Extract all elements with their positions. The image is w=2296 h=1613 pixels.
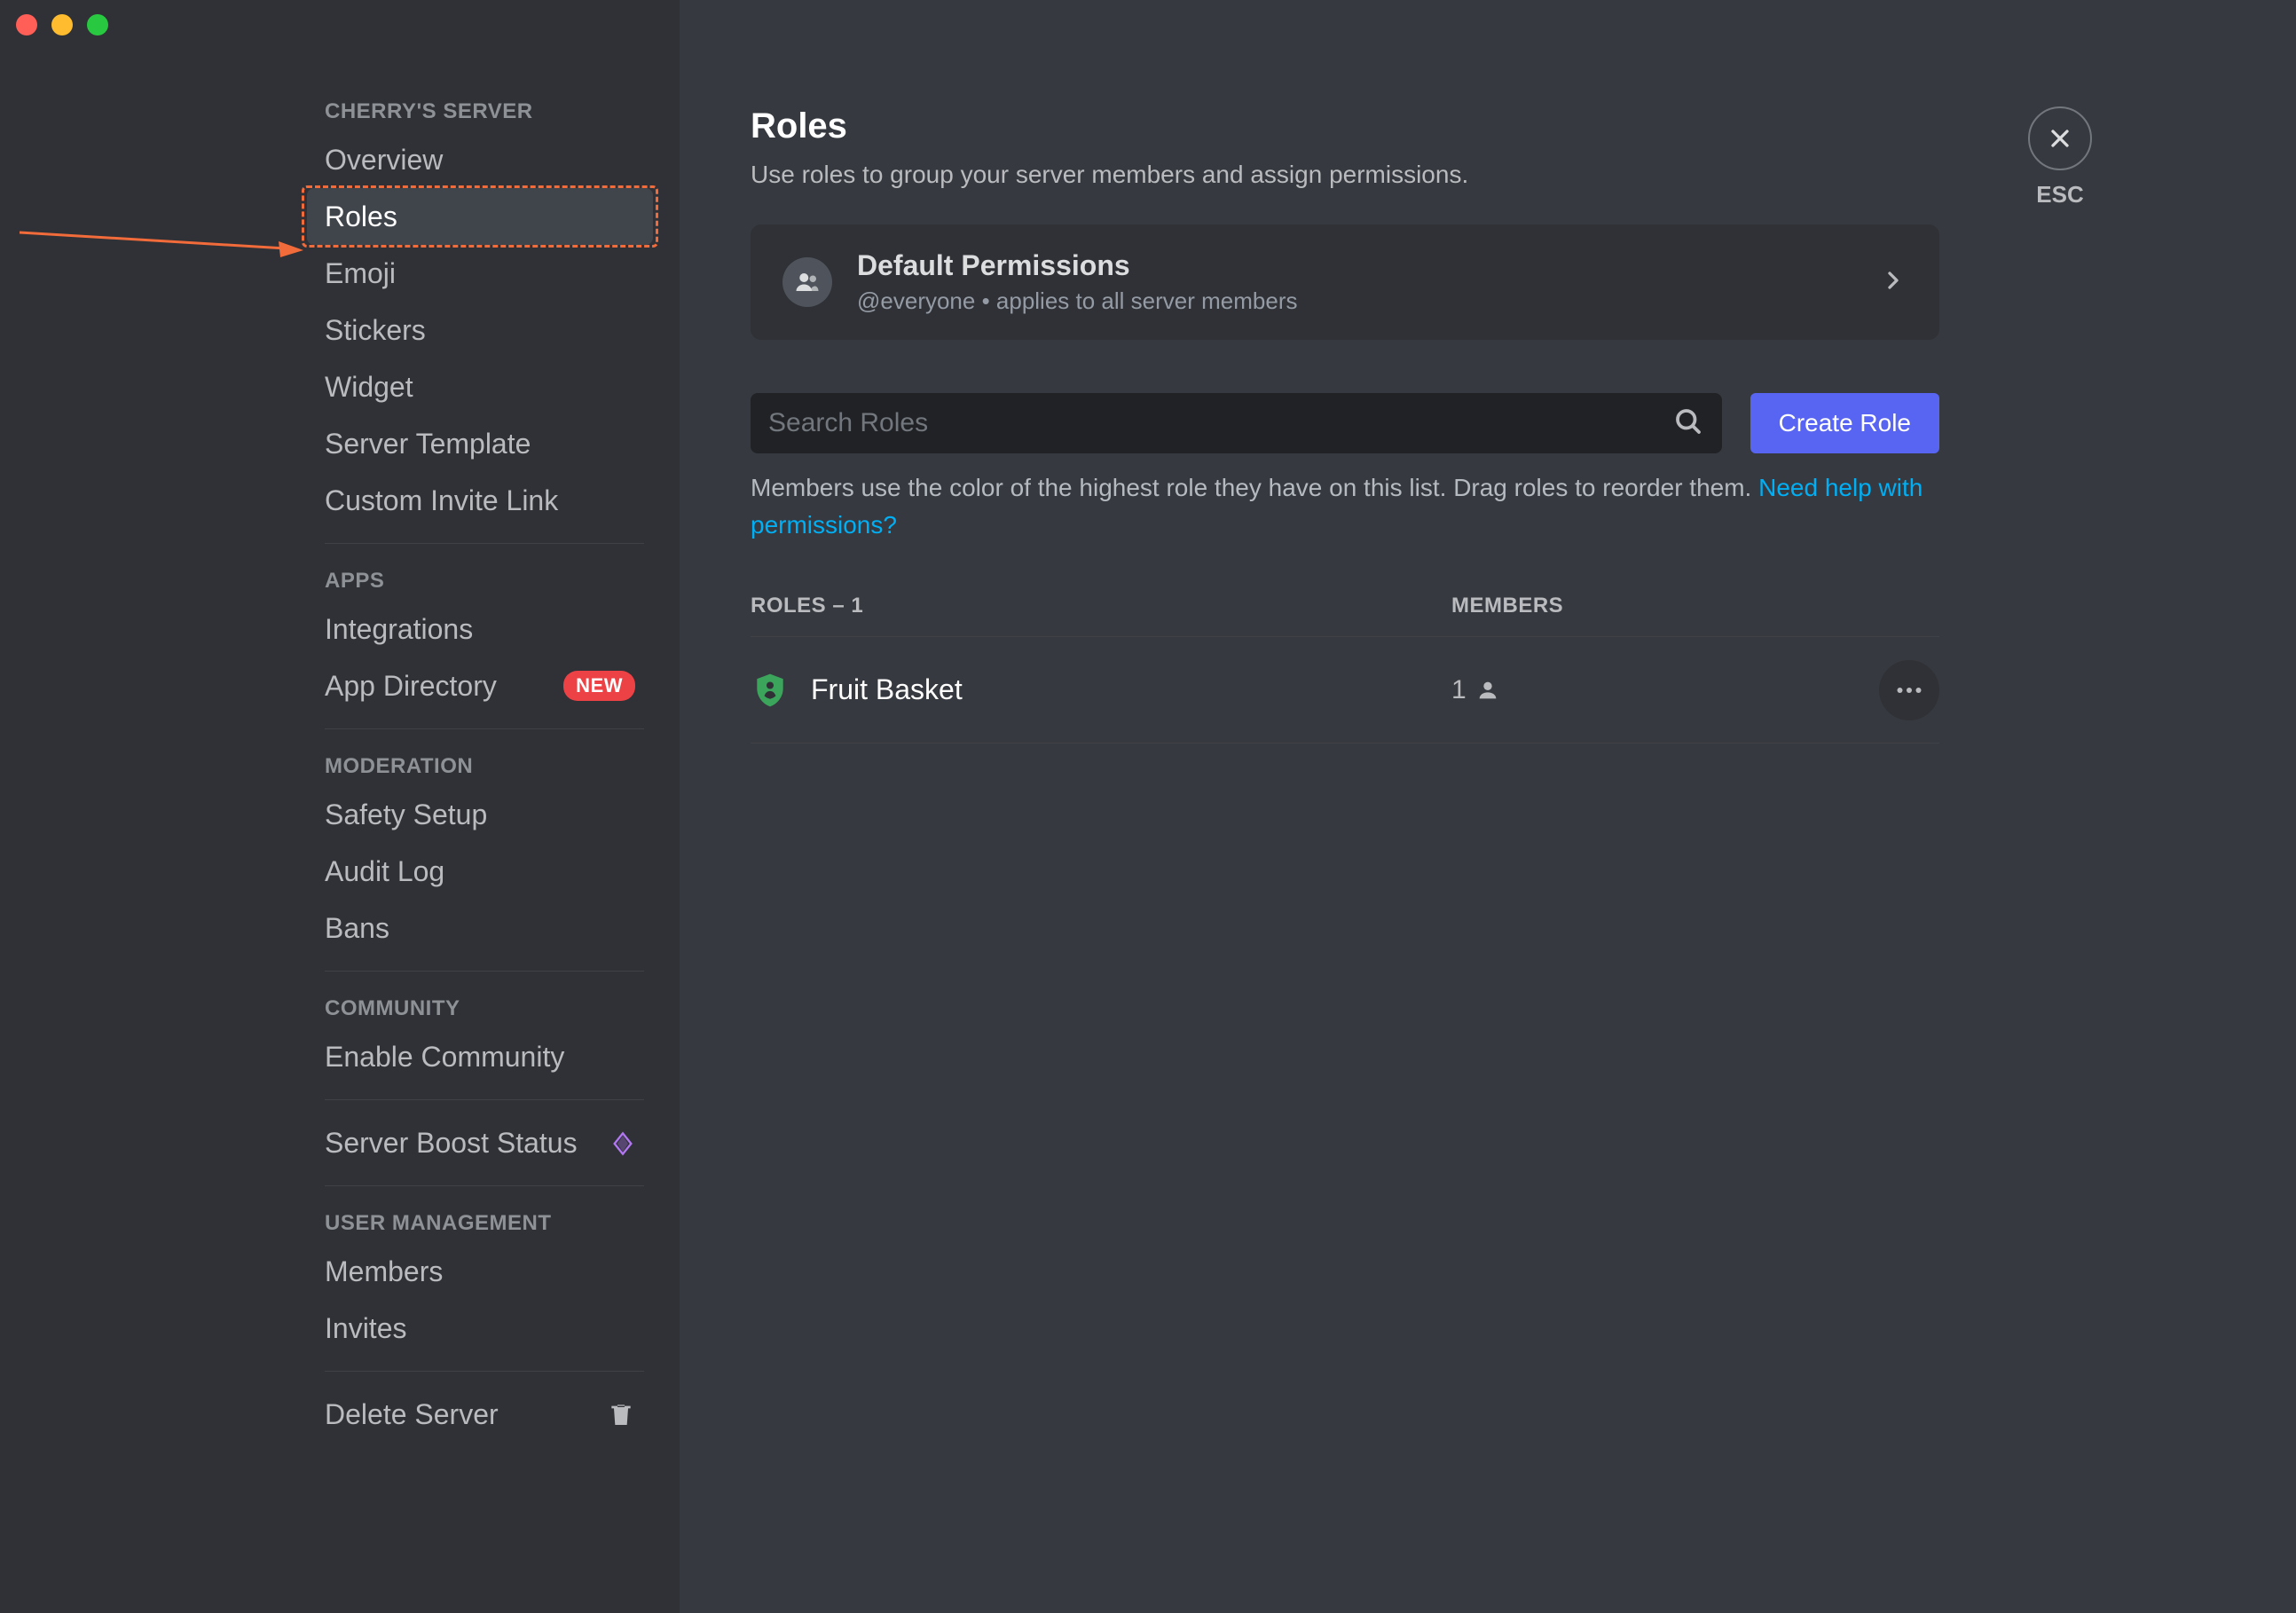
close-button[interactable] — [2028, 106, 2092, 170]
sidebar-item-label: Emoji — [325, 257, 396, 290]
sidebar-item-label: Bans — [325, 912, 389, 945]
sidebar-divider — [325, 1185, 644, 1186]
roles-header-label: ROLES – 1 — [751, 594, 1451, 618]
sidebar-item-label: Audit Log — [325, 855, 444, 888]
page-subtitle: Use roles to group your server members a… — [751, 161, 1939, 189]
person-icon — [1475, 678, 1500, 703]
members-header-label: MEMBERS — [1451, 594, 1860, 618]
create-role-button[interactable]: Create Role — [1750, 393, 1939, 453]
sidebar-item-label: Enable Community — [325, 1041, 564, 1074]
trash-icon — [607, 1400, 635, 1428]
sidebar-item-label: Members — [325, 1255, 443, 1288]
sidebar-item-label: Server Template — [325, 428, 531, 460]
sidebar-item-label: Custom Invite Link — [325, 484, 558, 517]
sidebar-item-label: Roles — [325, 201, 397, 233]
sidebar-divider — [325, 543, 644, 544]
role-shield-icon — [751, 671, 790, 710]
role-row[interactable]: Fruit Basket 1 — [751, 637, 1939, 744]
esc-label: ESC — [2028, 181, 2092, 209]
sidebar-item-custom-invite-link[interactable]: Custom Invite Link — [307, 472, 653, 529]
sidebar-divider — [325, 1099, 644, 1100]
sidebar-item-app-directory[interactable]: App Directory NEW — [307, 657, 653, 714]
help-text-prefix: Members use the color of the highest rol… — [751, 474, 1758, 501]
close-icon — [2046, 124, 2074, 153]
settings-content: ESC Roles Use roles to group your server… — [680, 0, 2296, 1613]
role-member-count: 1 — [1451, 675, 1860, 705]
sidebar-item-label: Delete Server — [325, 1398, 499, 1431]
default-permissions-text: Default Permissions @everyone • applies … — [857, 249, 1854, 315]
search-icon — [1672, 405, 1704, 442]
boost-gem-icon — [610, 1130, 635, 1155]
search-roles-input[interactable] — [768, 408, 1672, 438]
sidebar-header-moderation: MODERATION — [325, 744, 644, 786]
sidebar-item-invites[interactable]: Invites — [307, 1300, 653, 1357]
sidebar-item-label: Widget — [325, 371, 413, 404]
window-close-dot[interactable] — [16, 14, 37, 35]
page-title: Roles — [751, 106, 1939, 146]
sidebar-item-label: Stickers — [325, 314, 426, 347]
sidebar-item-enable-community[interactable]: Enable Community — [307, 1028, 653, 1085]
sidebar-item-server-template[interactable]: Server Template — [307, 415, 653, 472]
sidebar-header-user-management: USER MANAGEMENT — [325, 1200, 644, 1243]
close-region: ESC — [2028, 106, 2092, 209]
window-minimize-dot[interactable] — [51, 14, 73, 35]
sidebar-item-bans[interactable]: Bans — [307, 900, 653, 956]
sidebar-item-widget[interactable]: Widget — [307, 358, 653, 415]
sidebar-item-audit-log[interactable]: Audit Log — [307, 843, 653, 900]
chevron-right-icon — [1879, 266, 1907, 299]
role-name: Fruit Basket — [811, 673, 963, 706]
default-permissions-card[interactable]: Default Permissions @everyone • applies … — [751, 224, 1939, 340]
sidebar-item-integrations[interactable]: Integrations — [307, 601, 653, 657]
sidebar-item-overview[interactable]: Overview — [307, 131, 653, 188]
sidebar-item-label: App Directory — [325, 670, 497, 703]
sidebar-item-stickers[interactable]: Stickers — [307, 302, 653, 358]
sidebar-header-server: CHERRY'S SERVER — [325, 89, 644, 131]
new-badge: NEW — [563, 671, 635, 701]
role-more-button[interactable] — [1879, 660, 1939, 720]
members-icon — [782, 257, 832, 307]
sidebar-item-label: Overview — [325, 144, 443, 177]
roles-help-text: Members use the color of the highest rol… — [751, 469, 1939, 544]
default-permissions-subtitle: @everyone • applies to all server member… — [857, 287, 1854, 315]
sidebar-item-label: Integrations — [325, 613, 473, 646]
sidebar-divider — [325, 1371, 644, 1372]
sidebar-item-label: Server Boost Status — [325, 1127, 578, 1160]
sidebar-item-label: Safety Setup — [325, 799, 487, 831]
search-roles-box[interactable] — [751, 393, 1722, 453]
sidebar-item-safety-setup[interactable]: Safety Setup — [307, 786, 653, 843]
default-permissions-title: Default Permissions — [857, 249, 1854, 282]
settings-sidebar: CHERRY'S SERVER Overview Roles Emoji Sti… — [0, 0, 680, 1613]
sidebar-item-delete-server[interactable]: Delete Server — [307, 1386, 653, 1443]
sidebar-item-roles[interactable]: Roles — [307, 188, 653, 245]
more-horizontal-icon — [1893, 674, 1925, 706]
sidebar-item-label: Invites — [325, 1312, 406, 1345]
window-zoom-dot[interactable] — [87, 14, 108, 35]
roles-table-header: ROLES – 1 MEMBERS — [751, 594, 1939, 637]
sidebar-item-emoji[interactable]: Emoji — [307, 245, 653, 302]
sidebar-item-server-boost[interactable]: Server Boost Status — [307, 1114, 653, 1171]
sidebar-header-apps: APPS — [325, 558, 644, 601]
mac-traffic-lights — [16, 14, 108, 35]
sidebar-divider — [325, 728, 644, 729]
sidebar-item-members[interactable]: Members — [307, 1243, 653, 1300]
sidebar-header-community: COMMUNITY — [325, 986, 644, 1028]
sidebar-divider — [325, 971, 644, 972]
